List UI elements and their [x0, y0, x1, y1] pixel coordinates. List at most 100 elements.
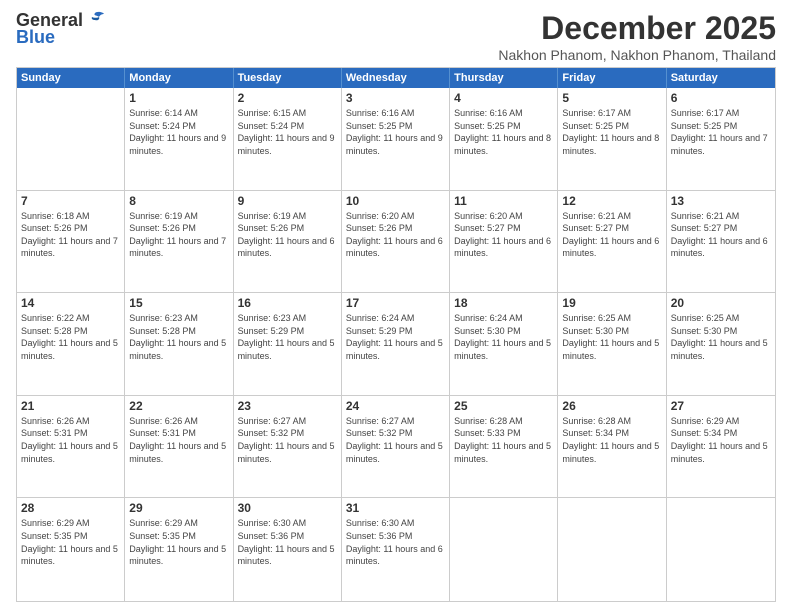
empty-cell	[17, 88, 125, 190]
month-title: December 2025	[498, 10, 776, 47]
cell-info: Sunrise: 6:24 AMSunset: 5:30 PMDaylight:…	[454, 312, 553, 362]
week-row-1: 1 Sunrise: 6:14 AMSunset: 5:24 PMDaylight…	[17, 88, 775, 191]
day-cell-29: 29 Sunrise: 6:29 AMSunset: 5:35 PMDayligh…	[125, 498, 233, 601]
cell-info: Sunrise: 6:29 AMSunset: 5:35 PMDaylight:…	[129, 517, 228, 567]
day-number: 30	[238, 501, 337, 515]
day-number: 17	[346, 296, 445, 310]
day-cell-23: 23Sunrise: 6:27 AMSunset: 5:32 PMDayligh…	[234, 396, 342, 498]
week-row-2: 7 Sunrise: 6:18 AMSunset: 5:26 PMDaylight…	[17, 191, 775, 294]
cell-info: Sunrise: 6:27 AMSunset: 5:32 PMDaylight:…	[346, 415, 445, 465]
cell-info: Sunrise: 6:25 AMSunset: 5:30 PMDaylight:…	[671, 312, 771, 362]
cell-info: Sunrise: 6:14 AMSunset: 5:24 PMDaylight:…	[129, 107, 228, 157]
calendar-body: 1 Sunrise: 6:14 AMSunset: 5:24 PMDaylight…	[17, 88, 775, 601]
day-cell-16: 16Sunrise: 6:23 AMSunset: 5:29 PMDayligh…	[234, 293, 342, 395]
page: General Blue December 2025 Nakhon Phanom…	[0, 0, 792, 612]
day-number: 1	[129, 91, 228, 105]
day-number: 8	[129, 194, 228, 208]
cell-info: Sunrise: 6:26 AMSunset: 5:31 PMDaylight:…	[129, 415, 228, 465]
cell-info: Sunrise: 6:19 AMSunset: 5:26 PMDaylight:…	[129, 210, 228, 260]
cell-info: Sunrise: 6:25 AMSunset: 5:30 PMDaylight:…	[562, 312, 661, 362]
cell-info: Sunrise: 6:17 AMSunset: 5:25 PMDaylight:…	[562, 107, 661, 157]
day-header-wednesday: Wednesday	[342, 68, 450, 88]
day-cell-30: 30 Sunrise: 6:30 AMSunset: 5:36 PMDayligh…	[234, 498, 342, 601]
day-cell-3: 3Sunrise: 6:16 AMSunset: 5:25 PMDaylight…	[342, 88, 450, 190]
day-number: 6	[671, 91, 771, 105]
day-cell-20: 20 Sunrise: 6:25 AMSunset: 5:30 PMDayligh…	[667, 293, 775, 395]
cell-info: Sunrise: 6:21 AMSunset: 5:27 PMDaylight:…	[562, 210, 661, 260]
calendar-header: SundayMondayTuesdayWednesdayThursdayFrid…	[17, 68, 775, 88]
day-cell-14: 14 Sunrise: 6:22 AMSunset: 5:28 PMDayligh…	[17, 293, 125, 395]
cell-info: Sunrise: 6:26 AMSunset: 5:31 PMDaylight:…	[21, 415, 120, 465]
day-cell-13: 13 Sunrise: 6:21 AMSunset: 5:27 PMDayligh…	[667, 191, 775, 293]
day-cell-26: 26Sunrise: 6:28 AMSunset: 5:34 PMDayligh…	[558, 396, 666, 498]
location: Nakhon Phanom, Nakhon Phanom, Thailand	[498, 47, 776, 63]
day-header-friday: Friday	[558, 68, 666, 88]
day-number: 26	[562, 399, 661, 413]
day-number: 14	[21, 296, 120, 310]
day-number: 27	[671, 399, 771, 413]
day-cell-31: 31Sunrise: 6:30 AMSunset: 5:36 PMDayligh…	[342, 498, 450, 601]
cell-info: Sunrise: 6:20 AMSunset: 5:27 PMDaylight:…	[454, 210, 553, 260]
logo: General Blue	[16, 10, 105, 48]
day-number: 20	[671, 296, 771, 310]
day-cell-27: 27 Sunrise: 6:29 AMSunset: 5:34 PMDayligh…	[667, 396, 775, 498]
day-number: 7	[21, 194, 120, 208]
day-header-monday: Monday	[125, 68, 233, 88]
day-number: 31	[346, 501, 445, 515]
day-cell-8: 8 Sunrise: 6:19 AMSunset: 5:26 PMDaylight…	[125, 191, 233, 293]
day-number: 18	[454, 296, 553, 310]
logo-bird-icon	[85, 11, 105, 27]
day-cell-2: 2Sunrise: 6:15 AMSunset: 5:24 PMDaylight…	[234, 88, 342, 190]
cell-info: Sunrise: 6:22 AMSunset: 5:28 PMDaylight:…	[21, 312, 120, 362]
empty-cell	[450, 498, 558, 601]
day-cell-18: 18 Sunrise: 6:24 AMSunset: 5:30 PMDayligh…	[450, 293, 558, 395]
week-row-5: 28 Sunrise: 6:29 AMSunset: 5:35 PMDayligh…	[17, 498, 775, 601]
day-number: 23	[238, 399, 337, 413]
cell-info: Sunrise: 6:30 AMSunset: 5:36 PMDaylight:…	[238, 517, 337, 567]
week-row-3: 14 Sunrise: 6:22 AMSunset: 5:28 PMDayligh…	[17, 293, 775, 396]
title-section: December 2025 Nakhon Phanom, Nakhon Phan…	[498, 10, 776, 63]
day-number: 13	[671, 194, 771, 208]
cell-info: Sunrise: 6:21 AMSunset: 5:27 PMDaylight:…	[671, 210, 771, 260]
day-header-thursday: Thursday	[450, 68, 558, 88]
day-cell-22: 22 Sunrise: 6:26 AMSunset: 5:31 PMDayligh…	[125, 396, 233, 498]
day-cell-21: 21 Sunrise: 6:26 AMSunset: 5:31 PMDayligh…	[17, 396, 125, 498]
calendar: SundayMondayTuesdayWednesdayThursdayFrid…	[16, 67, 776, 602]
empty-cell	[667, 498, 775, 601]
empty-cell	[558, 498, 666, 601]
day-number: 15	[129, 296, 228, 310]
day-number: 4	[454, 91, 553, 105]
day-cell-5: 5 Sunrise: 6:17 AMSunset: 5:25 PMDaylight…	[558, 88, 666, 190]
day-number: 28	[21, 501, 120, 515]
day-cell-17: 17Sunrise: 6:24 AMSunset: 5:29 PMDayligh…	[342, 293, 450, 395]
cell-info: Sunrise: 6:16 AMSunset: 5:25 PMDaylight:…	[454, 107, 553, 157]
cell-info: Sunrise: 6:20 AMSunset: 5:26 PMDaylight:…	[346, 210, 445, 260]
day-number: 5	[562, 91, 661, 105]
cell-info: Sunrise: 6:17 AMSunset: 5:25 PMDaylight:…	[671, 107, 771, 157]
week-row-4: 21 Sunrise: 6:26 AMSunset: 5:31 PMDayligh…	[17, 396, 775, 499]
day-cell-7: 7 Sunrise: 6:18 AMSunset: 5:26 PMDaylight…	[17, 191, 125, 293]
day-number: 11	[454, 194, 553, 208]
cell-info: Sunrise: 6:16 AMSunset: 5:25 PMDaylight:…	[346, 107, 445, 157]
day-cell-10: 10Sunrise: 6:20 AMSunset: 5:26 PMDayligh…	[342, 191, 450, 293]
day-cell-6: 6 Sunrise: 6:17 AMSunset: 5:25 PMDaylight…	[667, 88, 775, 190]
cell-info: Sunrise: 6:23 AMSunset: 5:29 PMDaylight:…	[238, 312, 337, 362]
day-cell-24: 24 Sunrise: 6:27 AMSunset: 5:32 PMDayligh…	[342, 396, 450, 498]
day-number: 19	[562, 296, 661, 310]
day-number: 22	[129, 399, 228, 413]
cell-info: Sunrise: 6:18 AMSunset: 5:26 PMDaylight:…	[21, 210, 120, 260]
day-number: 12	[562, 194, 661, 208]
day-number: 21	[21, 399, 120, 413]
cell-info: Sunrise: 6:29 AMSunset: 5:34 PMDaylight:…	[671, 415, 771, 465]
cell-info: Sunrise: 6:23 AMSunset: 5:28 PMDaylight:…	[129, 312, 228, 362]
day-number: 24	[346, 399, 445, 413]
header: General Blue December 2025 Nakhon Phanom…	[16, 10, 776, 63]
day-header-sunday: Sunday	[17, 68, 125, 88]
cell-info: Sunrise: 6:28 AMSunset: 5:33 PMDaylight:…	[454, 415, 553, 465]
cell-info: Sunrise: 6:15 AMSunset: 5:24 PMDaylight:…	[238, 107, 337, 157]
day-number: 25	[454, 399, 553, 413]
day-number: 29	[129, 501, 228, 515]
day-cell-11: 11 Sunrise: 6:20 AMSunset: 5:27 PMDayligh…	[450, 191, 558, 293]
day-cell-19: 19 Sunrise: 6:25 AMSunset: 5:30 PMDayligh…	[558, 293, 666, 395]
day-header-saturday: Saturday	[667, 68, 775, 88]
